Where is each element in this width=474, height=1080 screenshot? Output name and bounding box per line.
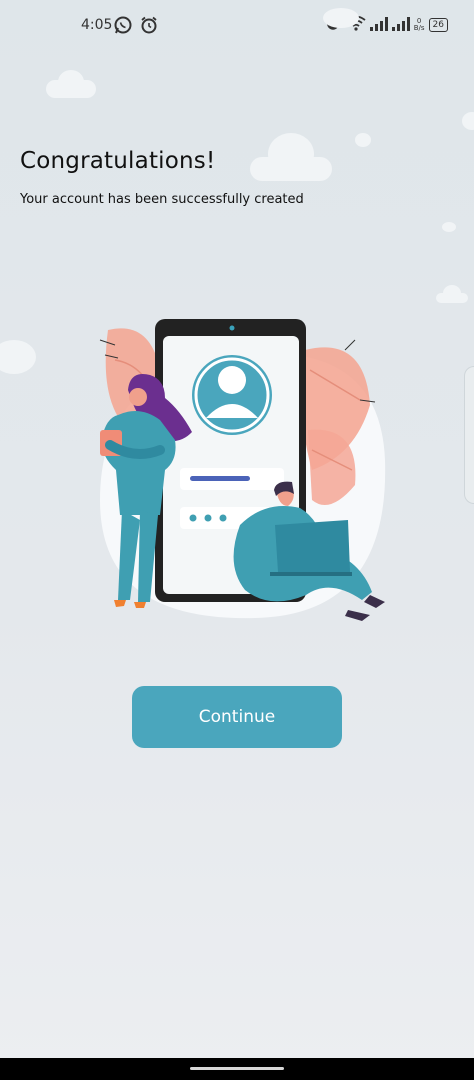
signal-icon (391, 16, 410, 35)
home-gesture-bar[interactable] (190, 1067, 284, 1070)
status-bar: 4:05 0 B/s 26 (0, 0, 474, 50)
cloud-decoration (442, 222, 456, 232)
battery-icon: 26 (428, 18, 448, 32)
illustration-graphic (99, 319, 386, 621)
signal-icon (369, 16, 388, 35)
edge-panel-handle[interactable] (464, 366, 474, 504)
page-subtitle: Your account has been successfully creat… (20, 192, 304, 207)
status-time: 4:05 (81, 17, 113, 33)
cloud-decoration (462, 112, 474, 130)
continue-button[interactable]: Continue (132, 686, 342, 748)
status-left-icons (113, 15, 159, 39)
cloud-decoration (268, 133, 314, 175)
cloud-decoration (0, 340, 36, 374)
network-speed: 0 B/s (413, 17, 425, 32)
cloud-decoration (58, 70, 84, 94)
page-title: Congratulations! (20, 148, 216, 174)
cloud-decoration (323, 8, 359, 28)
cloud-decoration (443, 285, 461, 301)
navigation-bar (0, 1058, 474, 1080)
cloud-decoration (355, 133, 371, 147)
whatsapp-icon (113, 15, 133, 39)
alarm-icon (139, 15, 159, 39)
account-created-illustration (80, 310, 400, 634)
